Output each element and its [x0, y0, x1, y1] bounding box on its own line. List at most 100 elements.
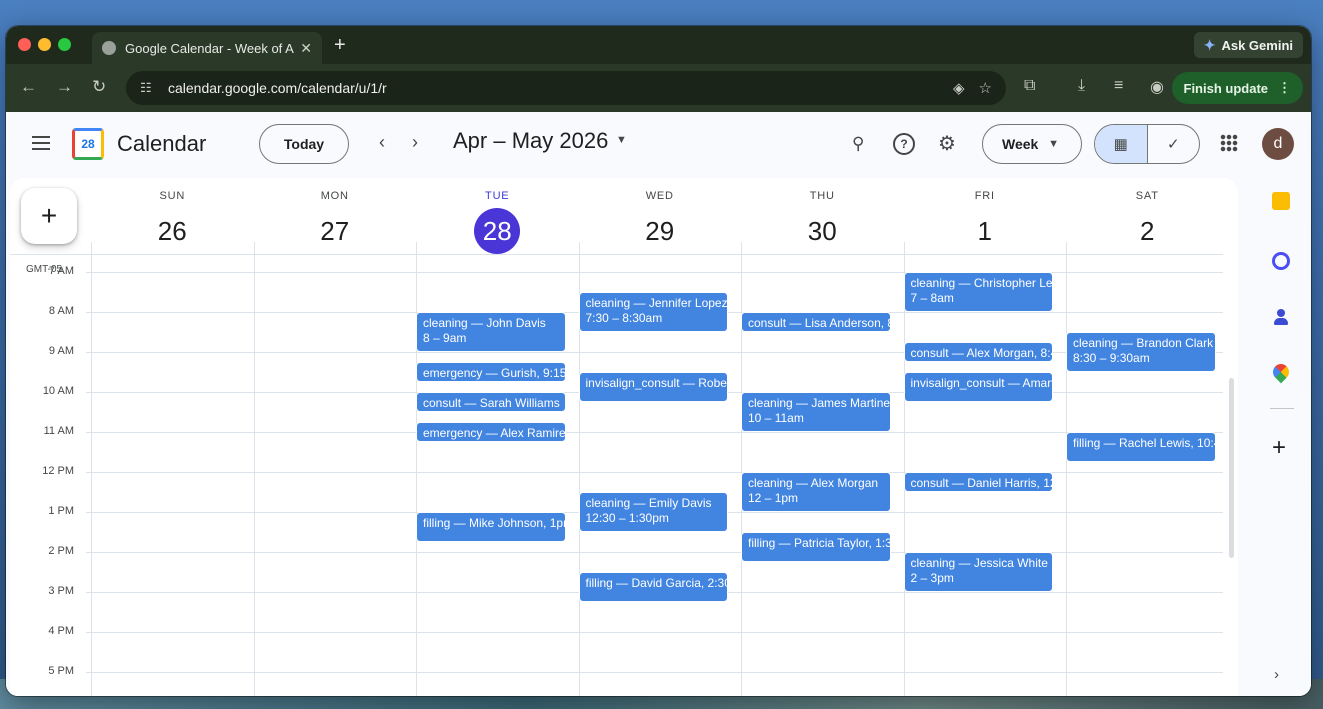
day-header-wed[interactable]: WED 29: [579, 178, 742, 262]
google-apps-icon[interactable]: [1220, 134, 1238, 152]
calendar-event[interactable]: consult — Lisa Anderson, 8: [741, 312, 891, 332]
extension-icon[interactable]: ◈: [953, 79, 965, 97]
hour-label: 10 AM: [42, 385, 74, 397]
tab-strip: Google Calendar - Week of April 26, 2026…: [6, 26, 1311, 64]
finish-update-label: Finish update: [1183, 80, 1269, 96]
media-queue-icon[interactable]: ≡: [1114, 77, 1123, 95]
back-button[interactable]: ←: [20, 77, 37, 97]
day-of-week-label: THU: [809, 190, 835, 202]
calendar-event[interactable]: filling — Rachel Lewis, 10:45: [1066, 432, 1216, 462]
calendar-event[interactable]: cleaning — Brandon Clark 8:30 – 9:30am: [1066, 332, 1216, 372]
more-menu-icon[interactable]: ⋮: [1278, 80, 1291, 96]
help-icon[interactable]: ?: [893, 133, 915, 155]
calendar-event[interactable]: filling — Patricia Taylor, 1:30: [741, 532, 891, 562]
day-header-sun[interactable]: SUN 26: [91, 178, 254, 262]
tasks-view-icon[interactable]: ✓: [1148, 125, 1200, 163]
get-addons-icon[interactable]: +: [1272, 434, 1286, 462]
hour-label: 11 AM: [43, 425, 74, 437]
event-time: 7 – 8am: [910, 291, 954, 305]
address-bar[interactable]: ☷ calendar.google.com/calendar/u/1/r ◈ ☆: [126, 71, 1006, 105]
day-number[interactable]: 1: [904, 208, 1067, 254]
calendar-event[interactable]: emergency — Gurish, 9:15: [416, 362, 566, 382]
account-avatar[interactable]: d: [1262, 128, 1294, 160]
previous-week-button[interactable]: ‹: [379, 132, 385, 153]
day-number[interactable]: 29: [579, 208, 742, 254]
day-number[interactable]: 30: [741, 208, 904, 254]
create-button[interactable]: +: [21, 188, 77, 244]
event-title: invisalign_consult — Amanda: [910, 376, 1053, 390]
day-header-tue[interactable]: TUE 28: [416, 178, 579, 262]
calendar-event[interactable]: cleaning — Alex Morgan 12 – 1pm: [741, 472, 891, 512]
keep-icon[interactable]: [1272, 192, 1290, 210]
day-number[interactable]: 2: [1066, 208, 1229, 254]
side-panel: + ›: [1252, 178, 1311, 696]
calendar-event[interactable]: cleaning — Jennifer Lopez 7:30 – 8:30am: [578, 292, 728, 332]
tab-title: Google Calendar - Week of April 26, 2026: [125, 40, 294, 56]
calendar-event[interactable]: consult — Alex Morgan, 8:45: [903, 342, 1053, 362]
event-title: cleaning — Christopher Lee: [910, 276, 1053, 290]
day-header-mon[interactable]: MON 27: [254, 178, 417, 262]
calendar-app: 28 Calendar Today ‹ › Apr – May 2026 ▼ ⚲…: [6, 112, 1311, 696]
maximize-window-button[interactable]: [58, 38, 71, 51]
calendar-event[interactable]: cleaning — Jessica White 2 – 3pm: [903, 552, 1053, 592]
day-number[interactable]: 28: [416, 208, 579, 254]
maps-icon[interactable]: [1269, 360, 1293, 384]
reload-button[interactable]: ↻: [92, 77, 106, 97]
date-range-title[interactable]: Apr – May 2026: [453, 128, 608, 154]
contacts-icon[interactable]: [1272, 308, 1290, 326]
download-icon[interactable]: ⤓: [1078, 77, 1085, 95]
calendar-event[interactable]: cleaning — Christopher Lee 7 – 8am: [903, 272, 1053, 312]
event-time: 12 – 1pm: [748, 491, 799, 505]
grid-scrollbar[interactable]: [1229, 378, 1234, 558]
time-grid[interactable]: 7 AM 8 AM 9 AM 10 AM 11 AM 12 PM 1 PM 2 PM 3 PM 4…: [10, 242, 1238, 696]
main-menu-icon[interactable]: [32, 136, 50, 150]
ask-gemini-button[interactable]: ✦ Ask Gemini: [1193, 32, 1303, 58]
day-number-text: 30: [807, 216, 837, 246]
calendar-view-icon[interactable]: ▦: [1095, 125, 1148, 163]
new-tab-button[interactable]: +: [334, 34, 346, 57]
day-header-sat[interactable]: SAT 2: [1066, 178, 1229, 262]
day-number[interactable]: 27: [254, 208, 417, 254]
today-button[interactable]: Today: [259, 124, 349, 164]
event-time: 10 – 11am: [748, 411, 804, 425]
bookmark-star-icon[interactable]: ☆: [979, 79, 992, 97]
minimize-window-button[interactable]: [38, 38, 51, 51]
day-number-text: 26: [157, 216, 187, 246]
expand-panel-icon[interactable]: ›: [1274, 666, 1279, 683]
event-title: consult — Lisa Anderson, 8: [748, 316, 891, 330]
calendar-event[interactable]: invisalign_consult — Robert: [578, 372, 728, 402]
calendar-event[interactable]: cleaning — James Martinez 10 – 11am: [741, 392, 891, 432]
chevron-down-icon: ▼: [1048, 138, 1059, 150]
tasks-icon[interactable]: [1272, 252, 1290, 270]
browser-tab[interactable]: Google Calendar - Week of April 26, 2026…: [92, 32, 322, 64]
search-icon[interactable]: ⚲: [852, 134, 864, 154]
day-of-week-label: FRI: [974, 190, 995, 202]
day-header-fri[interactable]: FRI 1: [904, 178, 1067, 262]
forward-button[interactable]: →: [56, 77, 73, 97]
calendar-event[interactable]: consult — Sarah Williams: [416, 392, 566, 412]
site-info-icon[interactable]: ☷: [140, 80, 158, 96]
calendar-event[interactable]: cleaning — John Davis 8 – 9am: [416, 312, 566, 352]
close-tab-icon[interactable]: ✕: [300, 40, 312, 57]
day-of-week-label: TUE: [485, 190, 510, 202]
calendar-event[interactable]: consult — Daniel Harris, 12: [903, 472, 1053, 492]
close-window-button[interactable]: [18, 38, 31, 51]
finish-update-button[interactable]: Finish update ⋮: [1171, 72, 1303, 104]
hour-label: 5 PM: [48, 665, 74, 677]
hour-label: 12 PM: [42, 465, 74, 477]
hour-gridline: [86, 432, 1223, 433]
settings-gear-icon[interactable]: ⚙: [938, 131, 956, 156]
chevron-down-icon[interactable]: ▼: [616, 134, 627, 146]
calendar-event[interactable]: cleaning — Emily Davis 12:30 – 1:30pm: [578, 492, 728, 532]
calendar-event[interactable]: filling — Mike Johnson, 1pm: [416, 512, 566, 542]
profile-icon[interactable]: ◉: [1150, 77, 1164, 97]
day-number[interactable]: 26: [91, 208, 254, 254]
calendar-event[interactable]: emergency — Alex Ramirez: [416, 422, 566, 442]
tab-search-icon[interactable]: ⧉: [1024, 77, 1035, 95]
calendar-event[interactable]: invisalign_consult — Amanda: [903, 372, 1053, 402]
day-header-thu[interactable]: THU 30: [741, 178, 904, 262]
day-number-text: 2: [1140, 216, 1155, 246]
calendar-event[interactable]: filling — David Garcia, 2:30: [578, 572, 728, 602]
next-week-button[interactable]: ›: [412, 132, 418, 153]
view-selector[interactable]: Week ▼: [982, 124, 1082, 164]
